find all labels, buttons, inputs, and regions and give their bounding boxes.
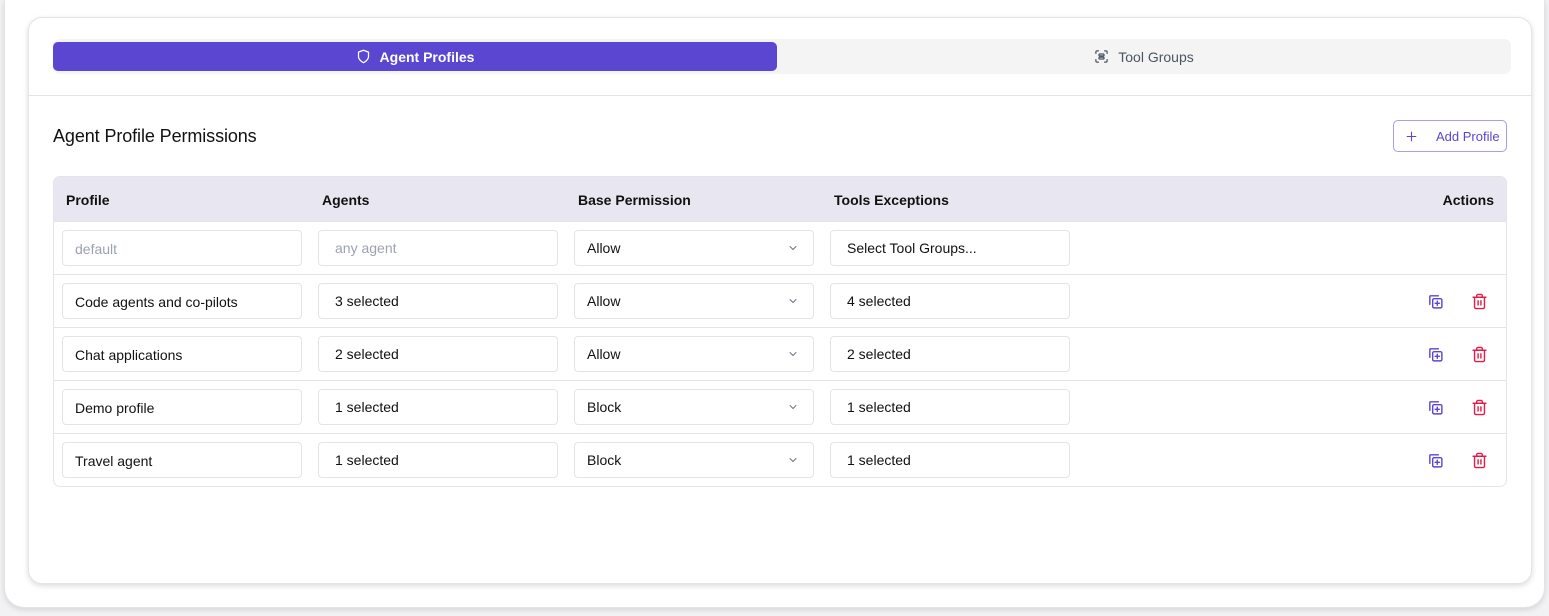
header-tools-exceptions: Tools Exceptions: [834, 192, 949, 208]
tab-label: Agent Profiles: [379, 48, 475, 65]
chevron-down-icon: [789, 352, 797, 356]
page-title: Agent Profile Permissions: [53, 126, 257, 146]
tab-bar: Agent Profiles Tool Groups: [53, 39, 1511, 74]
tab-agent-profiles[interactable]: Agent Profiles: [53, 42, 777, 71]
table-row-default: default any agent Allow Select Tool Grou…: [54, 222, 1506, 275]
base-permission-select[interactable]: Block: [574, 389, 814, 425]
base-permission-value: Block: [587, 452, 622, 468]
duplicate-icon[interactable]: [1427, 452, 1444, 469]
table-row: Code agents and co-pilots 3 selected All…: [54, 275, 1506, 328]
table-row: Chat applications 2 selected Allow 2 sel…: [54, 328, 1506, 381]
tools-exceptions-select[interactable]: 1 selected: [830, 442, 1070, 478]
shield-icon: [357, 49, 369, 64]
base-permission-select[interactable]: Allow: [574, 230, 814, 266]
base-permission-value: Block: [587, 399, 622, 415]
table-row: Demo profile 1 selected Block 1 selected: [54, 381, 1506, 434]
agents-select[interactable]: 3 selected: [318, 283, 558, 319]
chevron-down-icon: [789, 299, 797, 303]
trash-icon[interactable]: [1471, 346, 1488, 363]
base-permission-select[interactable]: Allow: [574, 336, 814, 372]
agents-select[interactable]: any agent: [318, 230, 558, 266]
profile-name-input[interactable]: Code agents and co-pilots: [62, 283, 302, 319]
base-permission-select[interactable]: Allow: [574, 283, 814, 319]
table-row: Travel agent 1 selected Block 1 selected: [54, 434, 1506, 486]
tools-exceptions-select[interactable]: Select Tool Groups...: [830, 230, 1070, 266]
trash-icon[interactable]: [1471, 452, 1488, 469]
duplicate-icon[interactable]: [1427, 293, 1444, 310]
profile-name-input[interactable]: default: [62, 230, 302, 266]
tab-label: Tool Groups: [1118, 48, 1194, 65]
tools-exceptions-select[interactable]: 2 selected: [830, 336, 1070, 372]
profile-name-input[interactable]: Chat applications: [62, 336, 302, 372]
agents-select[interactable]: 2 selected: [318, 336, 558, 372]
trash-icon[interactable]: [1471, 293, 1488, 310]
chevron-down-icon: [789, 246, 797, 250]
chevron-down-icon: [789, 405, 797, 409]
profiles-table: Profile Agents Base Permission Tools Exc…: [53, 176, 1507, 487]
permissions-card: Agent Profiles Tool Groups Agent Profile…: [28, 17, 1532, 584]
header-agents: Agents: [322, 192, 370, 208]
header-base-permission: Base Permission: [578, 192, 691, 208]
agents-select[interactable]: 1 selected: [318, 389, 558, 425]
scan-icon: [1095, 50, 1108, 63]
agents-select[interactable]: 1 selected: [318, 442, 558, 478]
duplicate-icon[interactable]: [1427, 346, 1444, 363]
base-permission-select[interactable]: Block: [574, 442, 814, 478]
tools-exceptions-select[interactable]: 4 selected: [830, 283, 1070, 319]
divider: [29, 95, 1531, 96]
profile-name-input[interactable]: Travel agent: [62, 442, 302, 478]
table-header: Profile Agents Base Permission Tools Exc…: [54, 177, 1506, 222]
trash-icon[interactable]: [1471, 399, 1488, 416]
app-window: Agent Profiles Tool Groups Agent Profile…: [4, 0, 1545, 608]
add-profile-label: Add Profile: [1436, 128, 1500, 144]
base-permission-value: Allow: [587, 346, 621, 362]
base-permission-value: Allow: [587, 240, 621, 256]
header-actions: Actions: [1442, 192, 1494, 208]
duplicate-icon[interactable]: [1427, 399, 1444, 416]
tab-tool-groups[interactable]: Tool Groups: [777, 42, 1511, 71]
header-profile: Profile: [66, 192, 110, 208]
chevron-down-icon: [789, 458, 797, 462]
base-permission-value: Allow: [587, 293, 621, 309]
plus-icon: [1406, 131, 1417, 141]
tools-exceptions-select[interactable]: 1 selected: [830, 389, 1070, 425]
profile-name-input[interactable]: Demo profile: [62, 389, 302, 425]
add-profile-button[interactable]: Add Profile: [1393, 120, 1507, 152]
